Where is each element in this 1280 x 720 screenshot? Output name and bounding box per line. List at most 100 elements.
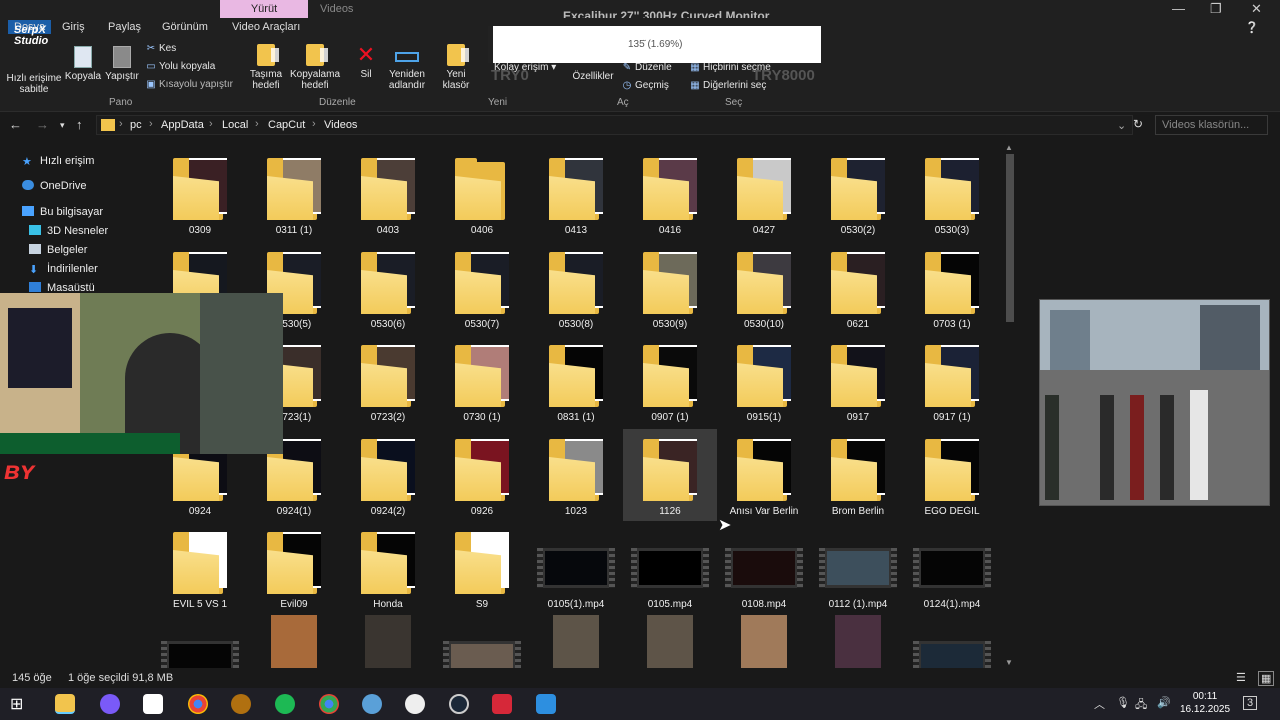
- folder-item[interactable]: 0406: [435, 148, 529, 240]
- spotify-icon[interactable]: [275, 694, 295, 714]
- video-file-item[interactable]: [811, 615, 905, 668]
- folder-item[interactable]: S9: [435, 522, 529, 614]
- recent-dropdown-icon[interactable]: ▾: [60, 120, 65, 131]
- app-orange-icon[interactable]: [231, 694, 251, 714]
- microphone-icon[interactable]: 🎙: [1116, 696, 1130, 709]
- context-tab-play[interactable]: Yürüt: [220, 0, 308, 18]
- folder-item[interactable]: 0530(8): [529, 242, 623, 334]
- close-button[interactable]: ✕: [1251, 1, 1262, 17]
- forward-arrow-icon[interactable]: →: [36, 117, 49, 132]
- nav-3d-objects[interactable]: 3D Nesneler: [29, 225, 108, 237]
- video-file-item[interactable]: 0112 (1).mp4: [811, 522, 905, 614]
- folder-item[interactable]: 0917 (1): [905, 335, 999, 427]
- vertical-scrollbar[interactable]: ▲ ▼: [1003, 142, 1017, 668]
- folder-item[interactable]: 0403: [341, 148, 435, 240]
- steam-icon[interactable]: [449, 694, 469, 714]
- tab-home[interactable]: Giriş: [62, 21, 85, 33]
- folder-item[interactable]: 0530(3): [905, 148, 999, 240]
- video-file-item[interactable]: [435, 615, 529, 668]
- folder-item[interactable]: Anısı Var Berlin: [717, 429, 811, 521]
- folder-item[interactable]: 0530(7): [435, 242, 529, 334]
- app-settings-icon[interactable]: [362, 694, 382, 714]
- folder-item[interactable]: 0924(2): [341, 429, 435, 521]
- nav-quick-access[interactable]: ★ Hızlı erişim: [22, 155, 94, 168]
- folder-item[interactable]: 0416: [623, 148, 717, 240]
- file-explorer-icon[interactable]: [55, 694, 75, 714]
- obs-icon[interactable]: [405, 694, 425, 714]
- video-file-item[interactable]: 0124(1).mp4: [905, 522, 999, 614]
- video-file-item[interactable]: [623, 615, 717, 668]
- valorant-icon[interactable]: [492, 694, 512, 714]
- chrome-icon[interactable]: [188, 694, 208, 714]
- details-view-icon[interactable]: ☰: [1236, 671, 1246, 684]
- copy-button[interactable]: Kopyala: [64, 46, 102, 82]
- pin-quick-access-button[interactable]: Hızlı erişime sabitle: [4, 73, 64, 95]
- search-input[interactable]: Videos klasörün...: [1155, 115, 1268, 135]
- breadcrumb-videos[interactable]: Videos: [324, 119, 357, 131]
- folder-item[interactable]: 0915(1): [717, 335, 811, 427]
- tab-video-tools[interactable]: Video Araçları: [232, 21, 300, 33]
- help-icon[interactable]: ❔: [1245, 21, 1259, 34]
- folder-item[interactable]: 0311 (1): [247, 148, 341, 240]
- new-folder-button[interactable]: Yeni klasör: [438, 44, 474, 91]
- history-button[interactable]: ◷ Geçmiş: [622, 80, 669, 91]
- folder-item[interactable]: 1126: [623, 429, 717, 521]
- video-file-item[interactable]: [905, 615, 999, 668]
- minimize-button[interactable]: —: [1172, 1, 1185, 16]
- video-file-item[interactable]: [153, 615, 247, 668]
- folder-item[interactable]: 0621: [811, 242, 905, 334]
- tab-share[interactable]: Paylaş: [108, 21, 141, 33]
- folder-item[interactable]: EVİL 5 VS 1: [153, 522, 247, 614]
- back-arrow-icon[interactable]: ←: [9, 117, 22, 132]
- folder-item[interactable]: 0703 (1): [905, 242, 999, 334]
- cut-button[interactable]: ✂ Kes: [146, 43, 176, 54]
- video-file-item[interactable]: 0105.mp4: [623, 522, 717, 614]
- breadcrumb-local[interactable]: Local: [222, 119, 248, 131]
- folder-item[interactable]: 0926: [435, 429, 529, 521]
- nav-downloads[interactable]: ⬇ İndirilenler: [29, 263, 98, 276]
- nav-onedrive[interactable]: OneDrive: [22, 180, 86, 192]
- folder-item[interactable]: EGO DEĞİL: [905, 429, 999, 521]
- start-icon[interactable]: ⊞: [10, 694, 30, 714]
- refresh-icon[interactable]: ↻: [1133, 117, 1143, 131]
- video-file-item[interactable]: 0105(1).mp4: [529, 522, 623, 614]
- folder-item[interactable]: Honda: [341, 522, 435, 614]
- edit-button[interactable]: ✎ Düzenle: [622, 62, 672, 73]
- scrollbar-thumb[interactable]: [1006, 154, 1014, 322]
- folder-item[interactable]: 0413: [529, 148, 623, 240]
- folder-item[interactable]: Evil09: [247, 522, 341, 614]
- folder-item[interactable]: 1023: [529, 429, 623, 521]
- tray-chevron-icon[interactable]: ︿: [1094, 696, 1105, 712]
- maximize-button[interactable]: ❐: [1210, 1, 1222, 17]
- address-bar[interactable]: › pc › AppData › Local › CapCut › Videos…: [96, 115, 1133, 135]
- video-file-item[interactable]: 0108.mp4: [717, 522, 811, 614]
- copy-to-button[interactable]: Kopyalama hedefi: [288, 44, 342, 91]
- nav-documents[interactable]: Belgeler: [29, 244, 87, 256]
- video-file-item[interactable]: [341, 615, 435, 668]
- copy-path-button[interactable]: ▭ Yolu kopyala: [146, 61, 215, 72]
- capcut-icon[interactable]: [143, 694, 163, 714]
- app-purple-icon[interactable]: [100, 694, 120, 714]
- rename-button[interactable]: Yeniden adlandır: [383, 44, 431, 91]
- up-arrow-icon[interactable]: ↑: [76, 117, 83, 132]
- tab-view[interactable]: Görünüm: [162, 21, 208, 33]
- network-icon[interactable]: 🖧: [1135, 696, 1147, 715]
- folder-item[interactable]: 0831 (1): [529, 335, 623, 427]
- thumbnail-view-icon[interactable]: ▦: [1258, 671, 1275, 686]
- chrome-profile-icon[interactable]: [319, 694, 339, 714]
- breadcrumb-capcut[interactable]: CapCut: [268, 119, 305, 131]
- folder-item[interactable]: 0530(2): [811, 148, 905, 240]
- volume-icon[interactable]: 🔊: [1157, 696, 1171, 709]
- scroll-down-icon[interactable]: ▼: [1005, 658, 1013, 667]
- address-dropdown-icon[interactable]: ⌄: [1117, 119, 1126, 132]
- breadcrumb-appdata[interactable]: AppData: [161, 119, 204, 131]
- clock[interactable]: 00:11 16.12.2025: [1180, 690, 1230, 716]
- notification-icon[interactable]: 3: [1243, 696, 1258, 710]
- folder-item[interactable]: 0309: [153, 148, 247, 240]
- delete-button[interactable]: ✕ Sil: [350, 44, 382, 81]
- folder-item[interactable]: 0907 (1): [623, 335, 717, 427]
- app-blue-icon[interactable]: [536, 694, 556, 714]
- properties-button[interactable]: Özellikler: [570, 71, 616, 82]
- folder-item[interactable]: 0917: [811, 335, 905, 427]
- breadcrumb-pc[interactable]: pc: [130, 119, 142, 131]
